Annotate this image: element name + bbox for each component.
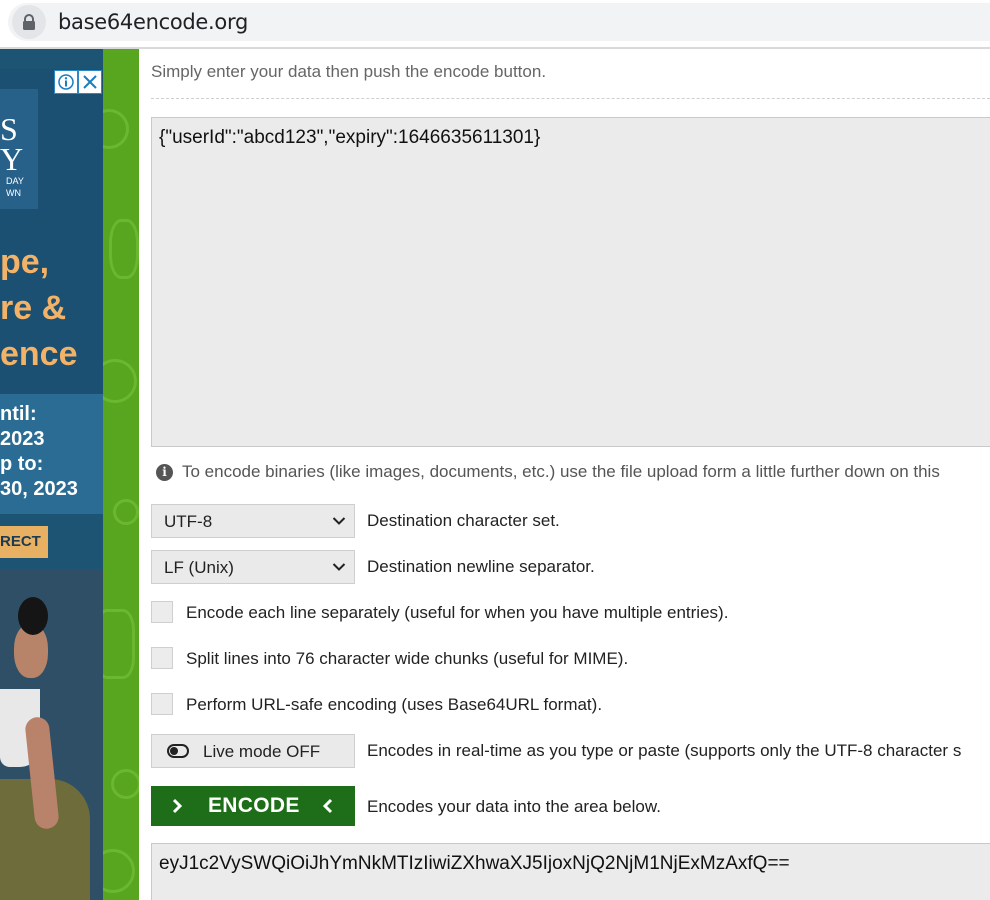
ad-choices-badges (54, 70, 102, 94)
ad-cta-button[interactable]: RECT (0, 526, 48, 558)
live-mode-toggle[interactable]: Live mode OFF (151, 734, 355, 768)
encode-button-label: ENCODE (208, 794, 300, 817)
pattern-shape (109, 219, 139, 279)
toggle-off-icon (167, 744, 189, 758)
live-mode-description: Encodes in real-time as you type or past… (367, 741, 962, 760)
input-text: {"userId":"abcd123","expiry":16466356113… (159, 127, 541, 148)
encode-lines-label[interactable]: Encode each line separately (useful for … (186, 603, 728, 623)
ad-headline: pe, re & ence (0, 243, 78, 373)
option-url-safe: Perform URL-safe encoding (uses Base64UR… (151, 690, 981, 724)
charset-label: Destination character set. (367, 511, 560, 530)
url-text[interactable]: base64encode.org (58, 10, 248, 34)
pattern-shape (103, 109, 129, 149)
url-safe-label[interactable]: Perform URL-safe encoding (uses Base64UR… (186, 695, 602, 715)
pattern-shape (111, 769, 139, 799)
ad-photo-figure (18, 597, 48, 635)
pattern-shape (103, 609, 135, 679)
chevron-down-icon (332, 563, 346, 571)
encode-button[interactable]: ENCODE (151, 786, 355, 826)
option-encode-lines: Encode each line separately (useful for … (151, 598, 981, 632)
ad-close-button[interactable] (78, 70, 102, 94)
ad-logo-subtext: DAY WN (6, 176, 24, 198)
ad-info-button[interactable] (54, 70, 78, 94)
newline-row: LF (Unix) Destination newline separator. (151, 550, 981, 584)
divider (151, 98, 990, 99)
lock-icon (23, 14, 35, 30)
newline-value: LF (Unix) (164, 558, 234, 577)
newline-label: Destination newline separator. (367, 557, 595, 576)
chevron-right-icon (172, 798, 183, 814)
close-icon (83, 75, 97, 89)
option-split-lines: Split lines into 76 character wide chunk… (151, 644, 981, 678)
site-info-button[interactable] (12, 5, 46, 39)
info-icon: i (156, 463, 173, 481)
pattern-shape (113, 499, 139, 525)
output-text: eyJ1c2VySWQiOiJhYmNkMTIzIiwiZXhwaXJ5Ijox… (159, 853, 790, 874)
ad-logo-card: SY DAY WN (0, 89, 38, 209)
browser-address-bar: base64encode.org (0, 0, 990, 49)
live-mode-label: Live mode OFF (203, 742, 321, 761)
charset-select[interactable]: UTF-8 (151, 504, 355, 538)
ad-logo-text: SY (0, 111, 24, 177)
info-text: To encode binaries (like images, documen… (182, 462, 940, 481)
info-icon (58, 74, 74, 90)
charset-row: UTF-8 Destination character set. (151, 504, 981, 538)
pattern-shape (103, 359, 137, 403)
chevron-down-icon (332, 517, 346, 525)
input-textarea[interactable]: {"userId":"abcd123","expiry":16466356113… (151, 117, 990, 447)
info-notice: i To encode binaries (like images, docume… (156, 462, 940, 482)
decorative-border (103, 49, 139, 900)
pattern-shape (103, 849, 135, 893)
output-textarea[interactable]: eyJ1c2VySWQiOiJhYmNkMTIzIiwiZXhwaXJ5Ijox… (151, 843, 990, 900)
encode-lines-checkbox[interactable] (151, 601, 173, 623)
encode-row: ENCODE Encodes your data into the area b… (151, 786, 981, 826)
encoder-panel: Simply enter your data then push the enc… (139, 49, 990, 900)
split-lines-label[interactable]: Split lines into 76 character wide chunk… (186, 649, 628, 669)
newline-select[interactable]: LF (Unix) (151, 550, 355, 584)
encode-description: Encodes your data into the area below. (367, 797, 661, 816)
url-safe-checkbox[interactable] (151, 693, 173, 715)
live-mode-row: Live mode OFF Encodes in real-time as yo… (151, 734, 990, 768)
split-lines-checkbox[interactable] (151, 647, 173, 669)
ad-dates-panel: ntil: 2023 p to: 30, 2023 (0, 394, 103, 514)
intro-text: Simply enter your data then push the enc… (151, 62, 547, 81)
charset-value: UTF-8 (164, 512, 213, 531)
advertisement[interactable]: SY DAY WN pe, re & ence ntil: 2023 p to: … (0, 49, 103, 900)
chevron-left-icon (322, 798, 333, 814)
